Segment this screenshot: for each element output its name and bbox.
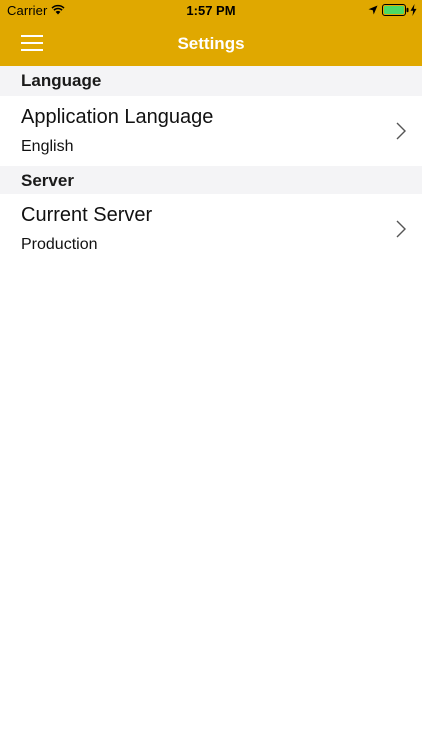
page-title: Settings (177, 34, 245, 53)
current-server-row[interactable]: Current Server Production (0, 194, 422, 264)
section-header-label: Language (21, 71, 102, 90)
section-header-server: Server (0, 166, 422, 196)
application-language-row[interactable]: Application Language English (0, 96, 422, 166)
charging-icon (410, 4, 417, 16)
row-title: Application Language (21, 106, 214, 128)
section-header-language: Language (0, 66, 422, 96)
row-value: Production (21, 236, 98, 253)
chevron-right-icon (396, 122, 406, 140)
navigation-bar: Settings (0, 22, 422, 66)
row-title: Current Server (21, 204, 153, 226)
status-bar: Carrier 1:57 PM (0, 0, 422, 22)
section-header-label: Server (21, 171, 74, 190)
location-icon (368, 5, 378, 15)
battery-icon (382, 4, 409, 16)
status-time: 1:57 PM (186, 3, 236, 18)
row-value: English (21, 138, 74, 155)
chevron-right-icon (396, 220, 406, 238)
app-header: Carrier 1:57 PM Settings (0, 0, 422, 66)
